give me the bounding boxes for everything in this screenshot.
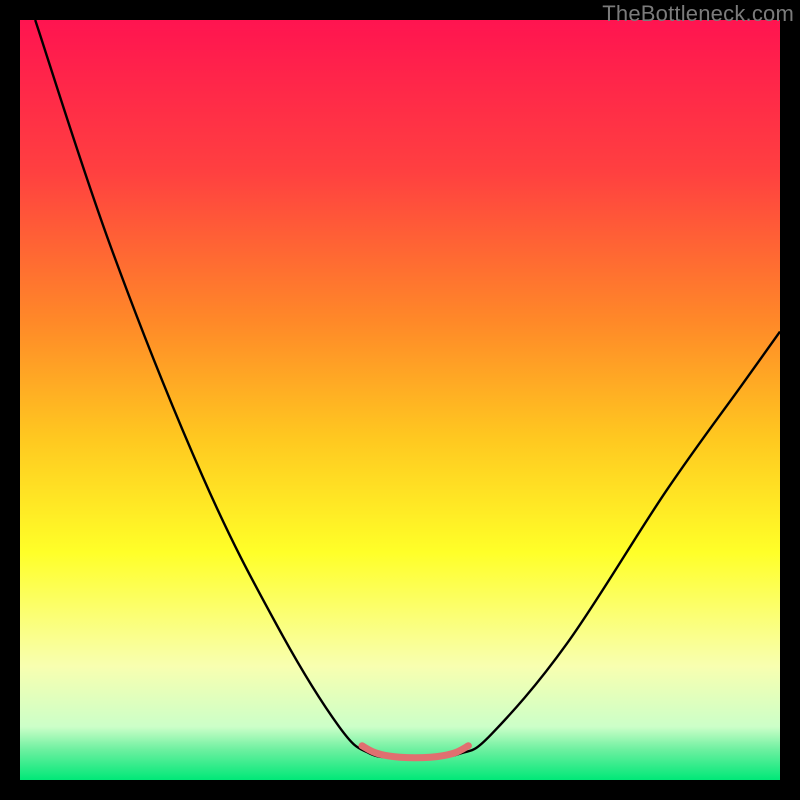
bottleneck-chart [20, 20, 780, 780]
watermark-text: TheBottleneck.com [602, 1, 794, 27]
chart-frame: TheBottleneck.com [0, 0, 800, 800]
gradient-background [20, 20, 780, 780]
